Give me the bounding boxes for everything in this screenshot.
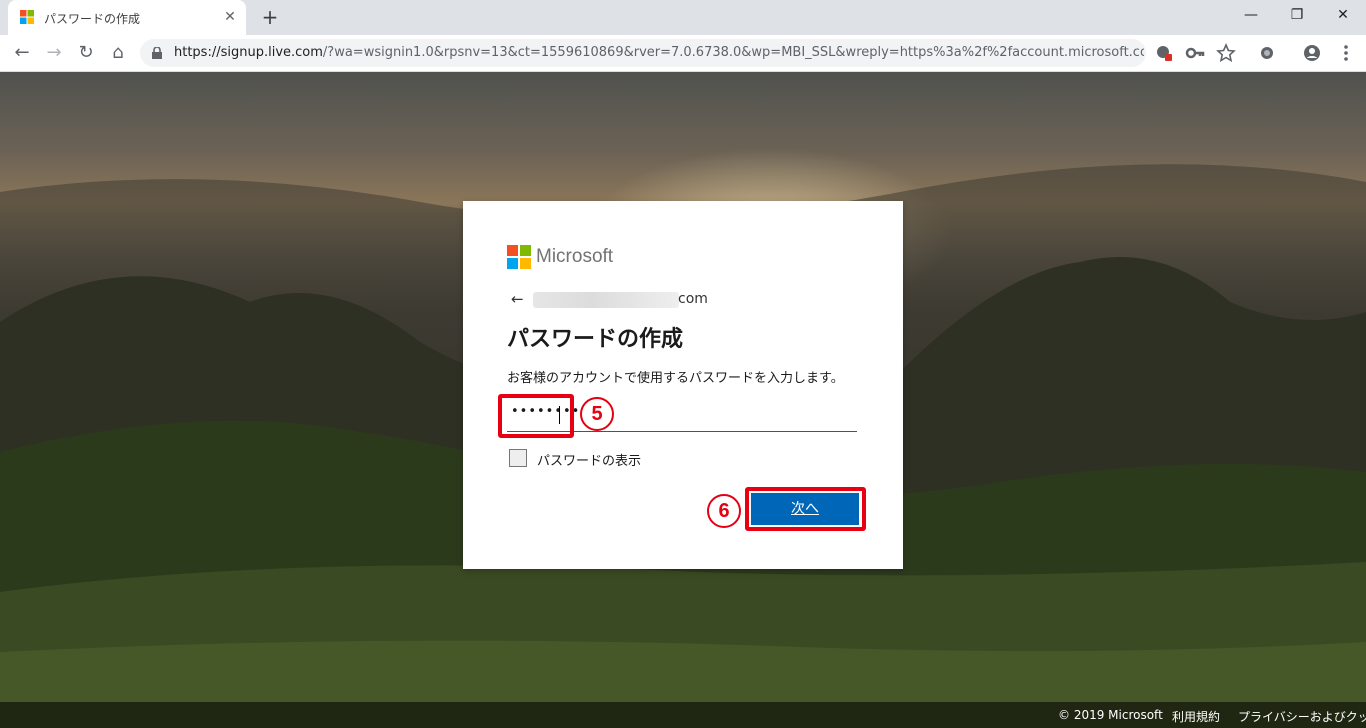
address-bar[interactable]: https://signup.live.com/?wa=wsignin1.0&r… (140, 39, 1146, 67)
microsoft-wordmark: Microsoft (536, 246, 614, 267)
url-text: https://signup.live.com/?wa=wsignin1.0&r… (174, 45, 1144, 60)
tab-title: パスワードの作成 (44, 12, 141, 26)
email-suffix: com (678, 291, 708, 307)
extension-icon[interactable] (1257, 43, 1277, 63)
minimize-button[interactable]: — (1228, 0, 1274, 30)
browser-tab[interactable]: パスワードの作成 ✕ (8, 0, 246, 35)
redacted-email (533, 292, 679, 308)
copyright-text: © 2019 Microsoft (1058, 708, 1163, 722)
back-button[interactable]: ← (8, 39, 36, 67)
home-button[interactable]: ⌂ (104, 39, 132, 67)
microsoft-logo-icon (507, 245, 531, 269)
page-title: パスワードの作成 (507, 327, 684, 352)
step-5-badge: 5 (580, 397, 614, 431)
terms-link[interactable]: 利用規約 (1172, 708, 1220, 725)
forward-button[interactable]: → (40, 39, 68, 67)
cookie-blocked-icon[interactable] (1154, 43, 1174, 63)
tab-strip: パスワードの作成 ✕ + — ❐ ✕ (0, 0, 1366, 35)
reload-button[interactable]: ↻ (72, 39, 100, 67)
lock-icon (152, 47, 162, 59)
next-highlight (745, 487, 866, 531)
key-icon[interactable] (1185, 43, 1205, 63)
back-arrow-icon[interactable]: ← (511, 289, 524, 309)
privacy-link[interactable]: プライバシーおよびクッキー (1238, 708, 1366, 725)
tab-close-icon[interactable]: ✕ (220, 7, 240, 27)
new-tab-button[interactable]: + (258, 6, 282, 30)
close-window-button[interactable]: ✕ (1320, 0, 1366, 30)
page-footer: © 2019 Microsoft 利用規約 プライバシーおよびクッキー (0, 702, 1366, 728)
password-highlight (498, 394, 574, 438)
step-6-badge: 6 (707, 494, 741, 528)
profile-icon[interactable] (1302, 43, 1322, 63)
description-text: お客様のアカウントで使用するパスワードを入力します。 (507, 371, 844, 386)
menu-icon[interactable] (1336, 43, 1356, 63)
star-icon[interactable] (1216, 43, 1236, 63)
microsoft-favicon-icon (20, 10, 34, 24)
show-password-label: パスワードの表示 (537, 454, 642, 469)
show-password-checkbox[interactable] (509, 449, 527, 467)
restore-button[interactable]: ❐ (1274, 0, 1320, 30)
browser-toolbar: ← → ↻ ⌂ https://signup.live.com/?wa=wsig… (0, 35, 1366, 72)
